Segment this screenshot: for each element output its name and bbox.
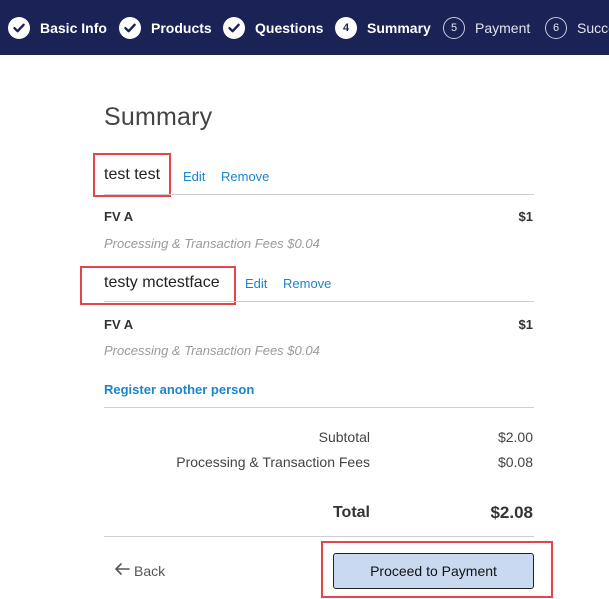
proceed-to-payment-button[interactable]: Proceed to Payment bbox=[333, 553, 534, 589]
step-number: 6 bbox=[545, 16, 567, 39]
check-icon bbox=[223, 16, 245, 39]
fees-value: $0.08 bbox=[497, 454, 533, 470]
divider bbox=[104, 194, 534, 195]
subtotal-label: Subtotal bbox=[318, 429, 370, 445]
step-label: Products bbox=[151, 19, 212, 36]
fee-note: Processing & Transaction Fees $0.04 bbox=[104, 236, 320, 251]
item-price: $1 bbox=[518, 209, 533, 224]
step-label: Basic Info bbox=[40, 19, 107, 36]
fee-note: Processing & Transaction Fees $0.04 bbox=[104, 343, 320, 358]
edit-link[interactable]: Edit bbox=[245, 276, 267, 291]
total-value: $2.08 bbox=[490, 503, 533, 522]
item-name: FV A bbox=[104, 209, 134, 224]
step-products: Products bbox=[119, 0, 212, 55]
step-label: Success bbox=[577, 19, 609, 36]
item-name: FV A bbox=[104, 317, 134, 332]
register-another-link[interactable]: Register another person bbox=[104, 382, 254, 397]
divider bbox=[104, 301, 534, 302]
step-label: Summary bbox=[367, 19, 431, 36]
step-label: Questions bbox=[255, 19, 324, 36]
attendee-name: testy mctestface bbox=[104, 274, 220, 291]
step-questions: Questions bbox=[223, 0, 323, 55]
step-basic-info: Basic Info bbox=[8, 0, 107, 55]
item-price: $1 bbox=[518, 317, 533, 332]
step-number: 4 bbox=[335, 16, 357, 39]
checkout-stepper: Basic Info Products Questions 4 Summary … bbox=[0, 0, 609, 55]
divider bbox=[104, 407, 534, 408]
total-label: Total bbox=[332, 504, 370, 521]
step-number: 5 bbox=[443, 16, 465, 39]
back-label: Back bbox=[134, 562, 166, 579]
back-button[interactable]: Back bbox=[114, 562, 165, 579]
attendee-name: test test bbox=[104, 166, 161, 183]
step-summary: 4 Summary bbox=[335, 0, 431, 55]
divider bbox=[104, 536, 534, 537]
check-icon bbox=[119, 16, 141, 39]
step-success: 6 Success bbox=[545, 0, 609, 55]
step-label: Payment bbox=[475, 19, 531, 36]
page-title: Summary bbox=[104, 103, 213, 131]
arrow-left-icon bbox=[114, 562, 134, 579]
remove-link[interactable]: Remove bbox=[283, 276, 331, 291]
edit-link[interactable]: Edit bbox=[183, 169, 205, 184]
remove-link[interactable]: Remove bbox=[221, 169, 269, 184]
subtotal-value: $2.00 bbox=[497, 429, 533, 445]
step-payment: 5 Payment bbox=[443, 0, 530, 55]
check-icon bbox=[8, 16, 30, 39]
fees-label: Processing & Transaction Fees bbox=[176, 454, 370, 470]
